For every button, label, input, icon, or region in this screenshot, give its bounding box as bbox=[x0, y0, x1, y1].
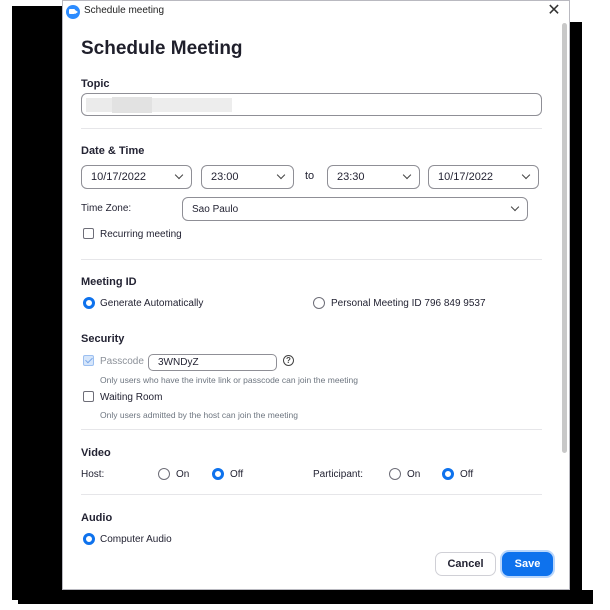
computer-audio-radio[interactable] bbox=[83, 533, 95, 545]
host-video-off-label: Off bbox=[230, 469, 244, 480]
start-date-select[interactable]: 10/17/2022 bbox=[81, 165, 192, 189]
window-shadow-bottom bbox=[18, 590, 593, 604]
start-date-value: 10/17/2022 bbox=[91, 171, 147, 183]
close-icon[interactable]: ✕ bbox=[545, 2, 563, 20]
end-date-value: 10/17/2022 bbox=[438, 171, 494, 183]
start-time-select[interactable]: 23:00 bbox=[201, 165, 294, 189]
computer-audio-label: Computer Audio bbox=[100, 534, 172, 545]
meeting-id-label: Meeting ID bbox=[81, 276, 137, 288]
window-shadow-right bbox=[568, 22, 582, 597]
host-video-off-radio[interactable] bbox=[212, 468, 224, 480]
chevron-down-icon bbox=[510, 202, 520, 212]
video-label: Video bbox=[81, 447, 111, 459]
topic-label: Topic bbox=[81, 78, 110, 90]
divider bbox=[81, 259, 542, 260]
personal-meeting-id-radio[interactable] bbox=[313, 297, 325, 309]
date-time-label: Date & Time bbox=[81, 145, 145, 157]
window-shadow-left bbox=[12, 6, 62, 600]
timezone-value: Sao Paulo bbox=[192, 204, 239, 215]
participant-video-on-label: On bbox=[407, 469, 421, 480]
passcode-label: Passcode bbox=[100, 356, 144, 367]
checkmark-icon bbox=[85, 355, 93, 364]
participant-video-on-radio[interactable] bbox=[389, 468, 401, 480]
redacted-topic-blur bbox=[86, 98, 112, 112]
chevron-down-icon bbox=[276, 170, 286, 180]
title-bar: Schedule meeting ✕ bbox=[63, 1, 569, 23]
passcode-hint: Only users who have the invite link or p… bbox=[100, 375, 358, 385]
passcode-value: 3WNDyZ bbox=[158, 357, 199, 368]
audio-label: Audio bbox=[81, 512, 113, 524]
end-time-value: 23:30 bbox=[337, 171, 365, 183]
security-label: Security bbox=[81, 333, 125, 345]
personal-meeting-id-label: Personal Meeting ID 796 849 9537 bbox=[331, 298, 486, 309]
generate-automatically-label: Generate Automatically bbox=[100, 298, 204, 309]
end-time-select[interactable]: 23:30 bbox=[327, 165, 420, 189]
recurring-meeting-checkbox[interactable] bbox=[83, 228, 94, 239]
redacted-topic-blur bbox=[152, 98, 232, 112]
recurring-meeting-label: Recurring meeting bbox=[100, 229, 182, 240]
divider bbox=[81, 429, 542, 430]
waiting-room-label: Waiting Room bbox=[100, 392, 163, 403]
to-label: to bbox=[305, 170, 315, 182]
waiting-room-hint: Only users admitted by the host can join… bbox=[100, 410, 298, 420]
end-date-select[interactable]: 10/17/2022 bbox=[428, 165, 539, 189]
waiting-room-checkbox[interactable] bbox=[83, 391, 94, 402]
cancel-button[interactable]: Cancel bbox=[435, 552, 496, 576]
timezone-select[interactable]: Sao Paulo bbox=[182, 197, 528, 221]
redacted-topic-blur bbox=[112, 97, 152, 113]
passcode-input[interactable]: 3WNDyZ bbox=[148, 354, 277, 371]
vertical-scrollbar[interactable] bbox=[562, 23, 567, 453]
participant-video-off-label: Off bbox=[460, 469, 474, 480]
divider bbox=[81, 494, 542, 495]
host-video-on-label: On bbox=[176, 469, 190, 480]
zoom-app-icon bbox=[66, 5, 80, 19]
page-title: Schedule Meeting bbox=[81, 38, 243, 59]
start-time-value: 23:00 bbox=[211, 171, 239, 183]
help-icon[interactable]: ? bbox=[283, 355, 294, 366]
divider bbox=[81, 128, 542, 129]
passcode-checkbox[interactable] bbox=[83, 355, 94, 366]
generate-automatically-radio[interactable] bbox=[83, 297, 95, 309]
participant-video-off-radio[interactable] bbox=[442, 468, 454, 480]
schedule-meeting-window: Schedule meeting ✕ Schedule Meeting Topi… bbox=[62, 0, 570, 590]
chevron-down-icon bbox=[402, 170, 412, 180]
host-video-on-radio[interactable] bbox=[158, 468, 170, 480]
window-title: Schedule meeting bbox=[84, 5, 165, 16]
host-video-label: Host: bbox=[81, 469, 105, 480]
chevron-down-icon bbox=[521, 170, 531, 180]
save-button[interactable]: Save bbox=[502, 552, 553, 576]
timezone-label: Time Zone: bbox=[81, 203, 132, 214]
chevron-down-icon bbox=[174, 170, 184, 180]
participant-video-label: Participant: bbox=[313, 469, 364, 480]
topic-input[interactable] bbox=[81, 93, 542, 116]
